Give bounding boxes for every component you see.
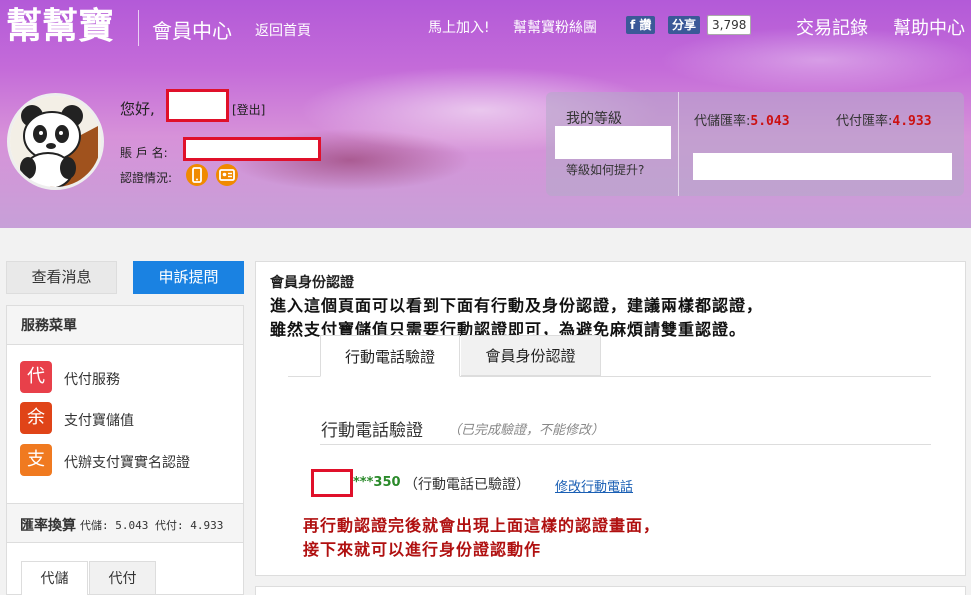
tab-phone-verification[interactable]: 行動電話驗證: [320, 335, 460, 377]
how-to-upgrade-link[interactable]: 等級如何提升?: [566, 161, 644, 178]
site-logo[interactable]: 幫幫寶: [6, 6, 114, 46]
member-center-title[interactable]: 會員中心: [152, 15, 232, 44]
tab-storage[interactable]: 代儲: [21, 561, 88, 595]
verification-status-label: 認證情況:: [120, 171, 173, 185]
id-card-icon[interactable]: [216, 164, 238, 186]
complaint-button[interactable]: 申訴提問: [133, 261, 244, 294]
redacted-level-info: [693, 153, 952, 180]
menu-item-alipay-topup[interactable]: 余 支付寶儲值: [20, 402, 240, 434]
phone-verification-note: （已完成驗證，不能修改）: [448, 423, 605, 438]
storage-rate: 代儲匯率:5.043: [694, 110, 790, 129]
menu-item-label: 代辦支付寶實名認證: [64, 455, 190, 471]
menu-item-payment-service[interactable]: 代 代付服務: [20, 361, 240, 393]
trade-records-link[interactable]: 交易記錄: [796, 14, 868, 40]
redacted-level-value: [555, 126, 671, 159]
facebook-like-count: 3,798: [707, 15, 752, 35]
my-level-title: 我的等級: [566, 111, 622, 127]
edit-phone-link[interactable]: 修改行動電話: [555, 476, 633, 495]
view-messages-button[interactable]: 查看消息: [6, 261, 117, 294]
logo-divider: [138, 10, 139, 46]
annotation-line-4: 接下來就可以進行身份證認動作: [303, 540, 542, 559]
level-panel-divider: [678, 92, 679, 196]
section-divider: [320, 444, 931, 445]
payment-rate: 代付匯率:4.933: [836, 110, 932, 129]
annotation-line-1: 進入這個頁面可以看到下面有行動及身份認證，建議兩樣都認證，: [270, 296, 764, 315]
phone-icon[interactable]: [186, 164, 208, 186]
payment-service-icon: 代: [20, 361, 52, 393]
bottom-panel: [255, 586, 966, 595]
page-title: 會員身份認證: [270, 275, 354, 291]
service-menu-title: 服務菜單: [6, 305, 244, 345]
help-center-link[interactable]: 幫助中心: [893, 14, 965, 40]
logout-link[interactable]: [登出]: [232, 101, 265, 118]
tab-id-verification[interactable]: 會員身份認證: [461, 335, 601, 376]
top-bar: 幫幫寶 會員中心 返回首頁 馬上加入! 幫幫寶粉絲團 f 讚 分享 3,798 …: [0, 0, 971, 50]
menu-item-label: 代付服務: [64, 372, 120, 388]
redacted-username: [166, 89, 229, 122]
rate-conversion-values: 代儲: 5.043 代付: 4.933: [80, 519, 224, 532]
avatar[interactable]: [7, 93, 104, 190]
phone-verified-status: （行動電話已驗證）: [404, 477, 530, 493]
redacted-phone-prefix: [311, 469, 353, 497]
facebook-share-button[interactable]: 分享: [668, 16, 701, 34]
back-home-link[interactable]: 返回首頁: [255, 20, 311, 40]
alipay-icon: 支: [20, 444, 52, 476]
phone-number: ***350: [353, 475, 401, 490]
rate-conversion-title: 匯率換算: [20, 518, 76, 534]
greeting-text: 您好,: [120, 100, 155, 118]
menu-item-alipay-verification[interactable]: 支 代辦支付寶實名認證: [20, 444, 240, 476]
facebook-like-button[interactable]: f 讚: [626, 16, 656, 34]
storage-rate-label: 代儲匯率:: [694, 114, 751, 129]
storage-rate-value: 5.043: [750, 114, 790, 129]
payment-rate-label: 代付匯率:: [836, 114, 893, 129]
alipay-balance-icon: 余: [20, 402, 52, 434]
tab-payment[interactable]: 代付: [89, 561, 156, 595]
annotation-line-3: 再行動認證完後就會出現上面這樣的認證畫面，: [303, 516, 661, 535]
menu-item-label: 支付寶儲值: [64, 413, 134, 429]
phone-verification-heading: 行動電話驗證: [321, 421, 423, 441]
join-now-link[interactable]: 馬上加入!: [428, 17, 490, 37]
payment-rate-value: 4.933: [892, 114, 932, 129]
fan-group-link[interactable]: 幫幫寶粉絲團: [513, 17, 597, 37]
redacted-account-name: [183, 137, 321, 161]
account-name-label: 賬 戶 名:: [120, 146, 168, 160]
panda-avatar-icon: [10, 96, 101, 187]
